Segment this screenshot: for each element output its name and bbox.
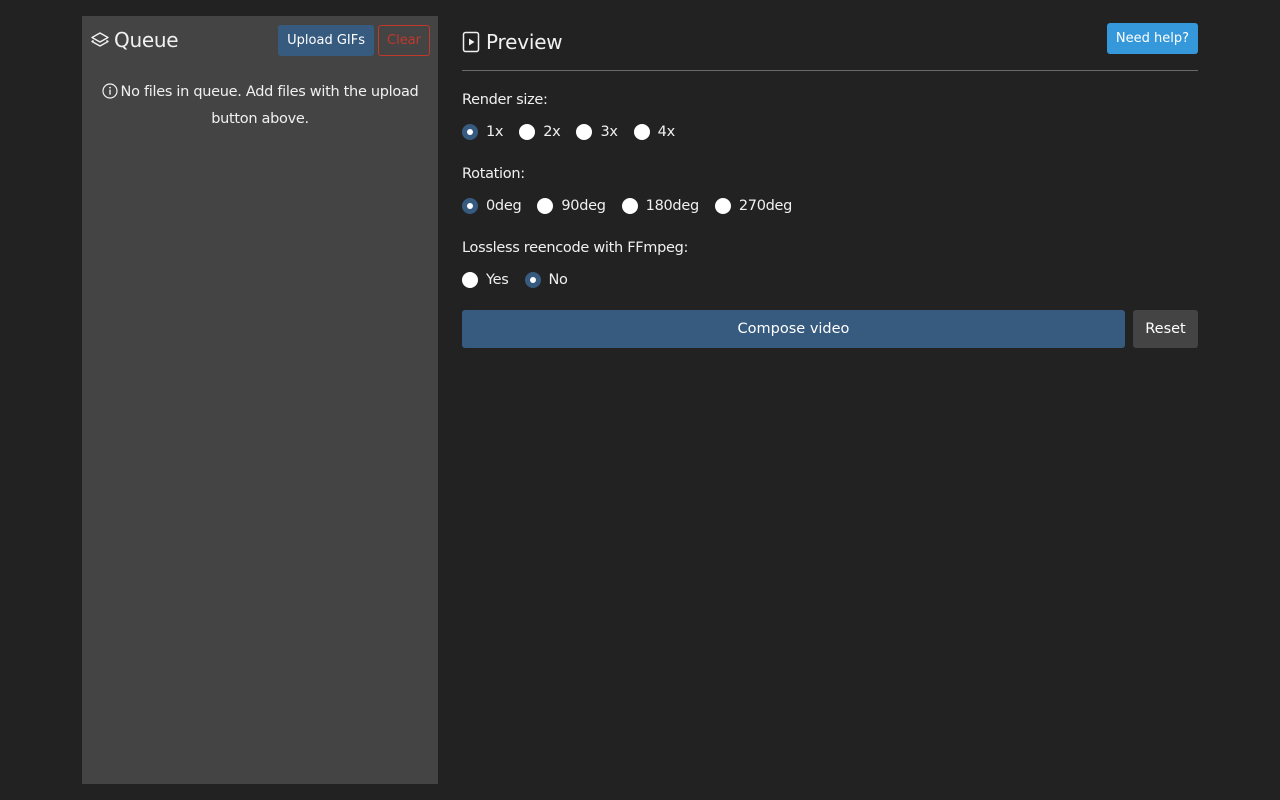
radio-button[interactable] (576, 124, 593, 140)
action-bar: Compose video Reset (462, 310, 1198, 348)
radio-button[interactable] (537, 198, 554, 214)
radio-label: 180deg (645, 198, 700, 214)
radio-button[interactable] (462, 198, 478, 214)
radio-label: 2x (543, 124, 561, 140)
radio-button[interactable] (714, 198, 731, 214)
info-icon (101, 83, 118, 107)
render-size-option-4x[interactable]: 4x (633, 124, 676, 140)
render-size-option-1x[interactable]: 1x (462, 124, 504, 140)
radio-label: 0deg (486, 198, 522, 214)
radio-button[interactable] (462, 124, 478, 140)
queue-title: Queue (114, 28, 179, 52)
lossless-options: Yes No (462, 264, 688, 296)
render-size-group: Render size: 1x 2x 3x 4x (462, 90, 691, 148)
render-size-options: 1x 2x 3x 4x (462, 116, 691, 148)
lossless-option-yes[interactable]: Yes (462, 272, 509, 288)
need-help-button[interactable]: Need help? (1106, 22, 1198, 54)
radio-button[interactable] (519, 124, 536, 140)
preview-title: Preview (486, 30, 563, 54)
rotation-option-0deg[interactable]: 0deg (462, 198, 522, 214)
queue-title-wrap: Queue (90, 28, 278, 52)
render-size-option-3x[interactable]: 3x (576, 124, 618, 140)
rotation-label: Rotation: (462, 166, 525, 182)
radio-label: 1x (486, 124, 504, 140)
layers-icon (90, 30, 110, 50)
queue-header: Queue Upload GIFs Clear (90, 24, 430, 56)
clear-button[interactable]: Clear (378, 24, 430, 56)
lossless-label: Lossless reencode with FFmpeg: (462, 240, 689, 256)
preview-title-wrap: Preview (462, 30, 1107, 54)
radio-label: No (548, 272, 568, 288)
rotation-option-270deg[interactable]: 270deg (714, 198, 793, 214)
preview-panel: Preview Need help? Render size: 1x 2x 3x… (462, 16, 1198, 348)
compose-video-button[interactable]: Compose video (462, 310, 1125, 348)
rotation-option-90deg[interactable]: 90deg (537, 198, 606, 214)
lossless-group: Lossless reencode with FFmpeg: Yes No (462, 238, 688, 296)
rotation-option-180deg[interactable]: 180deg (621, 198, 700, 214)
rotation-options: 0deg 90deg 180deg 270deg (462, 190, 808, 222)
radio-label: 3x (600, 124, 618, 140)
radio-button[interactable] (621, 198, 638, 214)
queue-empty-message: No files in queue. Add files with the up… (120, 84, 419, 127)
radio-button[interactable] (462, 272, 478, 288)
radio-label: 4x (657, 124, 676, 140)
queue-empty-message-wrap: No files in queue. Add files with the up… (98, 80, 422, 131)
radio-label: 90deg (561, 198, 606, 214)
radio-label: 270deg (738, 198, 793, 214)
queue-panel: Queue Upload GIFs Clear No files in queu… (82, 16, 438, 784)
radio-button[interactable] (524, 272, 541, 288)
rotation-group: Rotation: 0deg 90deg 180deg 270deg (462, 164, 808, 222)
radio-label: Yes (486, 272, 509, 288)
play-file-icon (462, 31, 481, 53)
upload-gifs-button[interactable]: Upload GIFs (278, 24, 374, 56)
render-size-label: Render size: (462, 92, 548, 108)
radio-button[interactable] (633, 124, 650, 140)
render-size-option-2x[interactable]: 2x (519, 124, 561, 140)
preview-header: Preview Need help? (462, 16, 1198, 71)
reset-button[interactable]: Reset (1133, 310, 1198, 348)
lossless-option-no[interactable]: No (524, 272, 568, 288)
